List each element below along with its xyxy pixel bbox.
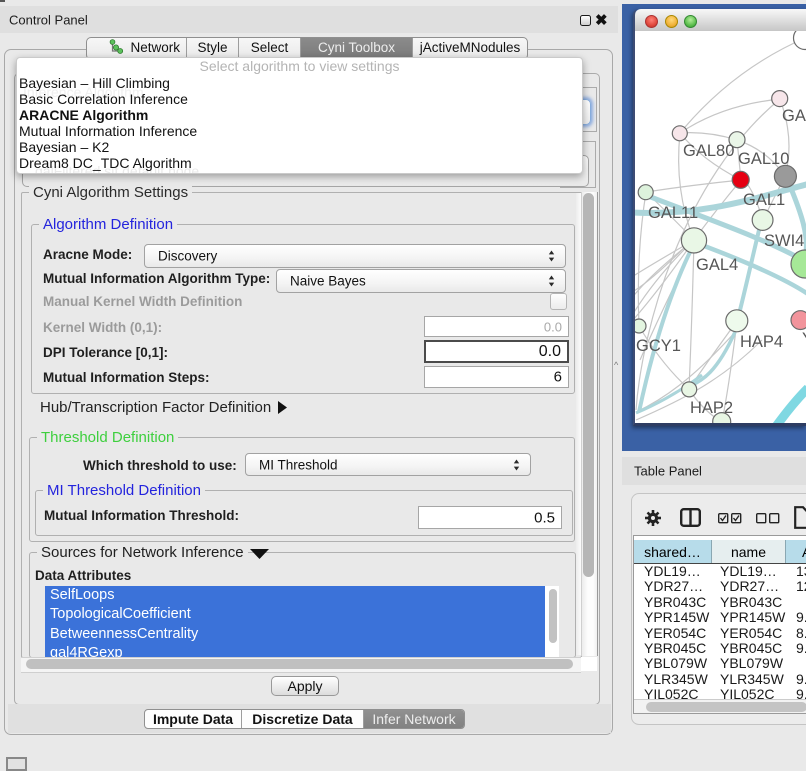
svg-text:GCY1: GCY1 (636, 337, 681, 355)
svg-text:GAL11: GAL11 (648, 204, 698, 222)
svg-text:GAL80: GAL80 (683, 142, 734, 160)
svg-text:HAP2: HAP2 (690, 399, 733, 417)
svg-text:GAL10: GAL10 (738, 150, 789, 168)
svg-text:GAL4: GAL4 (696, 256, 738, 274)
svg-text:Y: Y (802, 330, 806, 348)
svg-text:GAL1: GAL1 (743, 191, 785, 209)
svg-text:GAL7: GAL7 (782, 107, 806, 125)
svg-text:HAP4: HAP4 (740, 333, 783, 351)
svg-text:SWI4: SWI4 (764, 232, 804, 250)
